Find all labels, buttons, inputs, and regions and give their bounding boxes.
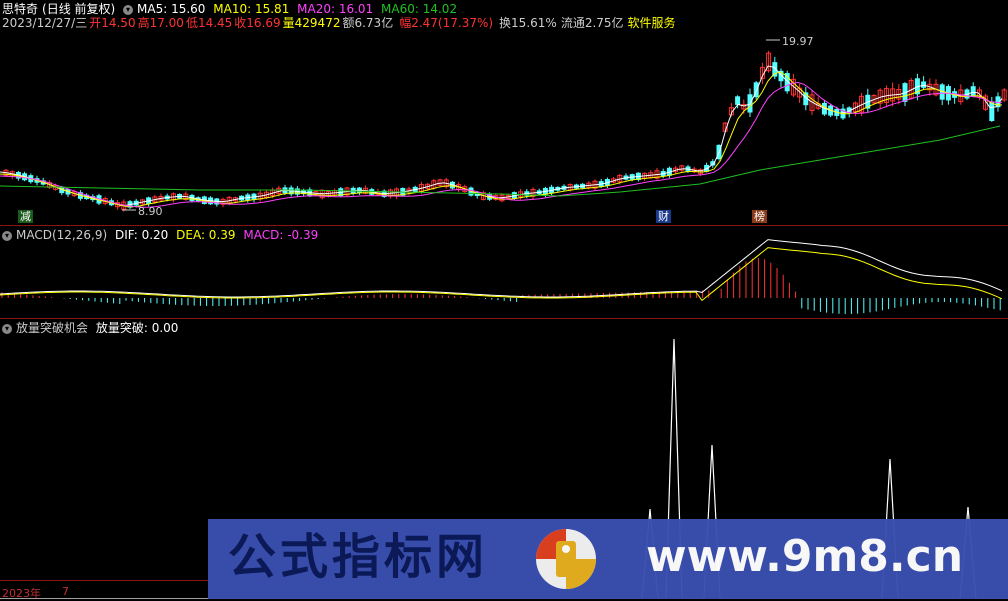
macd-chart[interactable] [0,228,1008,318]
dif-line [0,239,1003,298]
ma60-line [0,125,1001,197]
watermark-banner: 公式指标网 www.9m8.cn [208,519,1008,599]
ma5-line [0,65,1003,206]
candle-body [735,96,741,105]
high-marker-label: 19.97 [782,35,814,48]
separator-price-macd [0,225,1008,226]
tag-finance[interactable]: 财 [656,210,671,223]
ma10-line [0,71,1003,208]
watermark-right-text: www.9m8.cn [646,531,964,582]
ma20-line [0,81,1002,208]
watermark-left-text: 公式指标网 [228,529,489,585]
candle-body [921,81,927,88]
tag-reduce[interactable]: 减 [18,210,33,223]
price-chart[interactable]: 19.97 8.90 [0,0,1008,225]
low-marker-label: 8.90 [138,205,163,218]
candle-body [970,86,976,97]
month-label: 7 [62,585,69,598]
watermark-logo-icon [536,529,596,589]
tag-rank[interactable]: 榜 [752,210,767,223]
dea-line [0,247,1003,302]
bottom-axis-line [0,580,208,581]
candle-body [989,102,995,122]
